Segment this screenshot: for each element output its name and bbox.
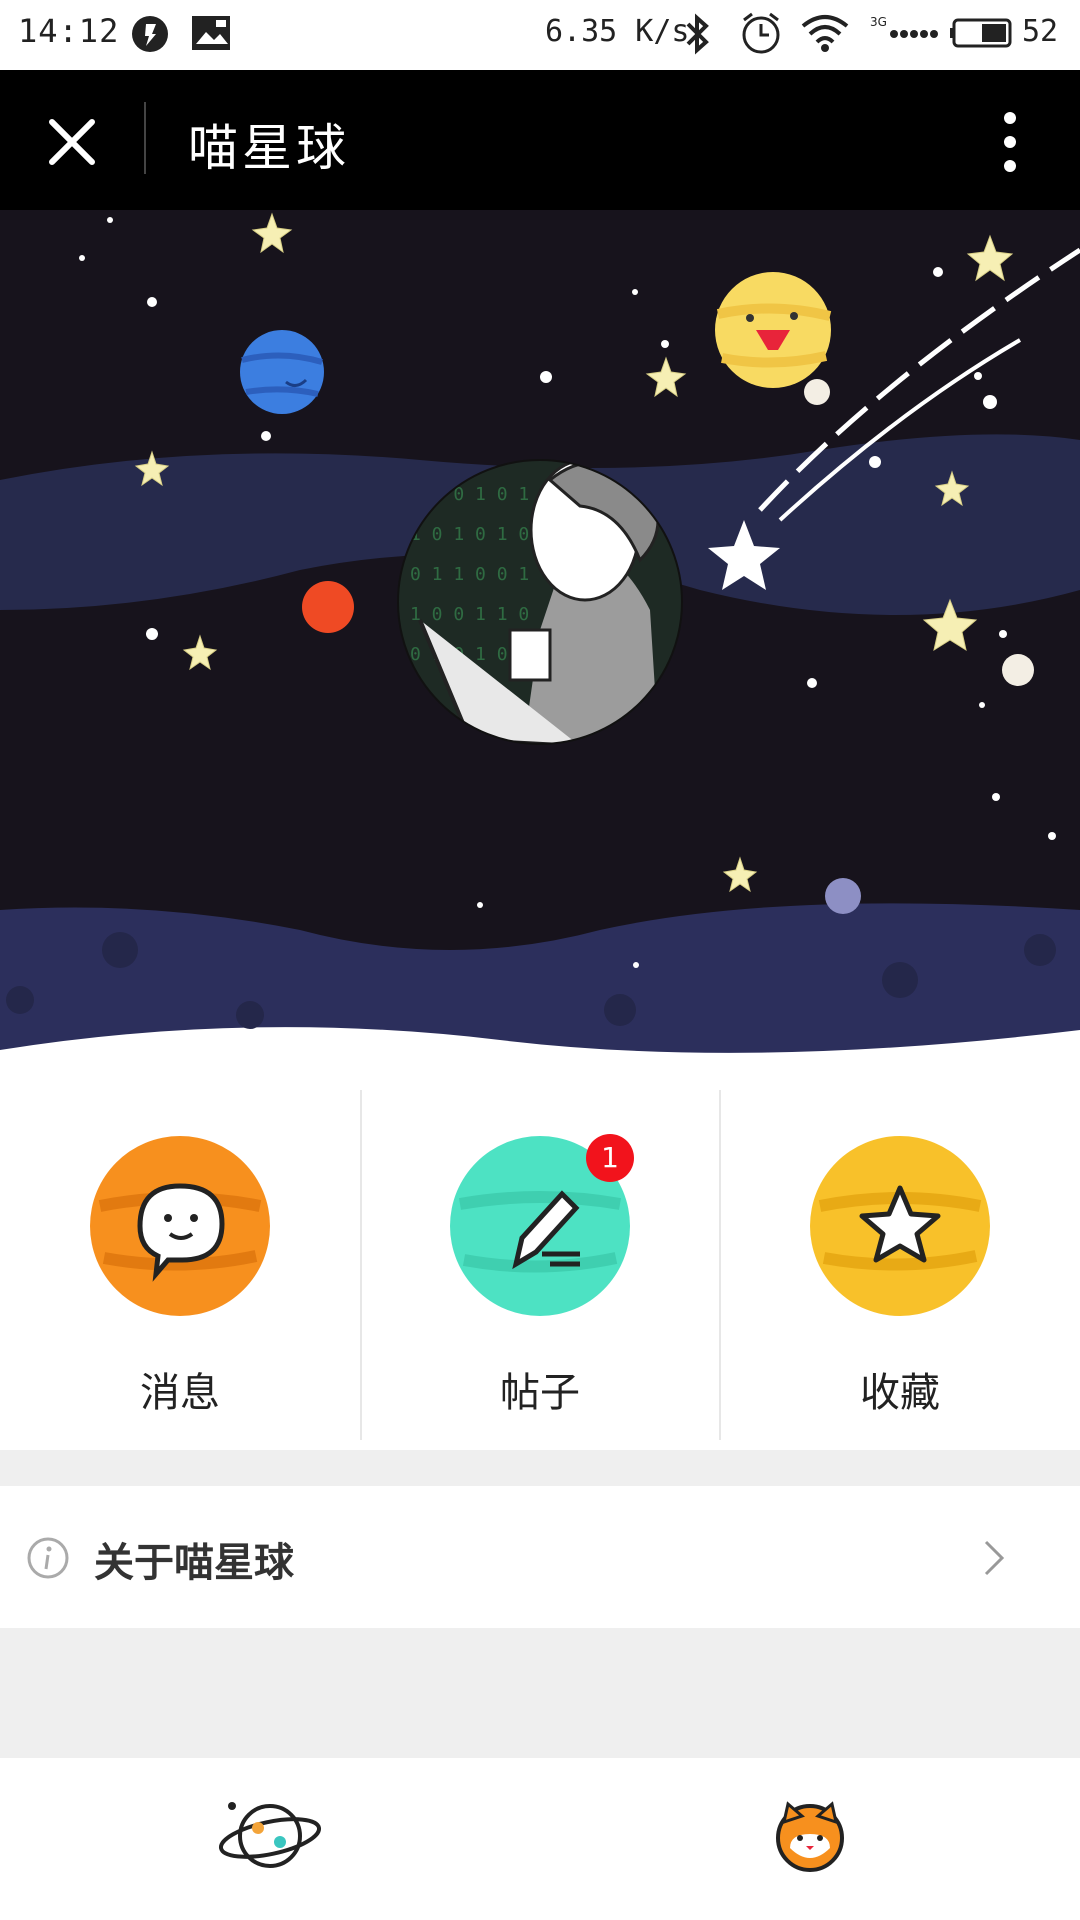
status-bar: 14:12 6.35 K/s 3G 52 bbox=[0, 0, 1080, 70]
status-time: 14:12 bbox=[18, 12, 120, 50]
close-icon[interactable] bbox=[42, 112, 102, 172]
planet-icon[interactable] bbox=[210, 1776, 330, 1896]
space-background: 0 1 0 1 0 1 1 0 1 0 1 0 0 1 1 0 0 1 1 0 … bbox=[0, 210, 1080, 1070]
posts-badge: 1 bbox=[586, 1134, 634, 1182]
page-title: 喵星球 bbox=[188, 119, 350, 177]
wifi-icon bbox=[801, 15, 849, 52]
alarm-icon bbox=[742, 12, 780, 54]
about-row[interactable]: 关于喵星球 bbox=[0, 1486, 1080, 1628]
messages-label: 消息 bbox=[140, 1370, 220, 1416]
favorites-action[interactable]: 收藏 bbox=[720, 1060, 1080, 1450]
cat-avatar-icon[interactable] bbox=[750, 1776, 870, 1896]
info-icon bbox=[27, 1537, 69, 1579]
chat-bubble-icon bbox=[98, 1183, 262, 1282]
blue-planet bbox=[240, 330, 324, 414]
more-vertical-icon[interactable] bbox=[990, 106, 1030, 178]
svg-text:1 0 1 0 1 0: 1 0 1 0 1 0 bbox=[410, 524, 529, 545]
title-divider bbox=[144, 102, 146, 174]
messages-action[interactable]: 消息 bbox=[0, 1060, 360, 1450]
about-label: 关于喵星球 bbox=[94, 1540, 294, 1586]
svg-text:0 1 1 0 0 1: 0 1 1 0 0 1 bbox=[410, 564, 529, 585]
star-icon bbox=[818, 1185, 982, 1271]
posts-action[interactable]: 1 帖子 bbox=[360, 1060, 720, 1450]
gallery-icon bbox=[192, 16, 230, 50]
profile-hero: 0 1 0 1 0 1 1 0 1 0 1 0 0 1 1 0 0 1 1 0 … bbox=[0, 210, 1080, 1070]
bottom-nav bbox=[0, 1758, 1080, 1920]
signal-icon: 3G bbox=[870, 15, 938, 38]
bluetooth-icon bbox=[686, 13, 709, 55]
music-note-icon bbox=[132, 16, 168, 52]
chevron-right-icon bbox=[984, 1540, 1005, 1576]
favorites-label: 收藏 bbox=[860, 1370, 940, 1416]
battery-level: 52 bbox=[1022, 14, 1059, 49]
action-grid: 消息 1 帖子 收藏 bbox=[0, 1060, 1080, 1450]
svg-text:1 0 0 1 1 0: 1 0 0 1 1 0 bbox=[410, 604, 529, 625]
posts-label: 帖子 bbox=[500, 1370, 580, 1416]
battery-icon bbox=[950, 18, 1012, 48]
title-bar: 喵星球 bbox=[0, 70, 1080, 210]
purple-planet bbox=[825, 878, 861, 914]
yellow-planet bbox=[715, 272, 832, 388]
network-type: 3G bbox=[870, 15, 887, 29]
red-planet bbox=[302, 581, 354, 633]
net-speed: 6.35 K/s bbox=[545, 14, 690, 49]
